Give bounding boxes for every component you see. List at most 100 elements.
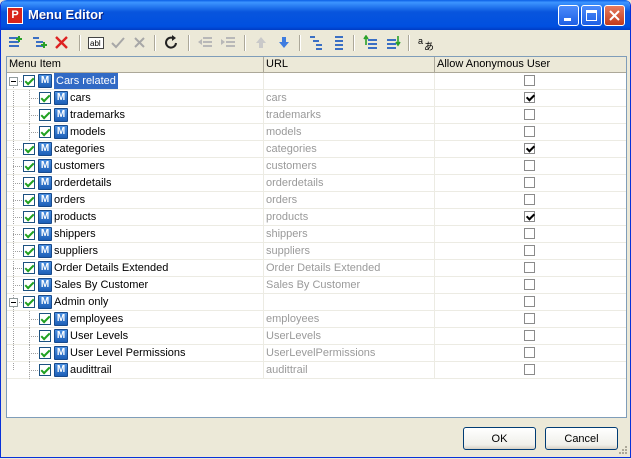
- collapse-icon[interactable]: [9, 298, 18, 307]
- table-row[interactable]: Mcategories categories: [7, 141, 626, 158]
- url-cell[interactable]: Sales By Customer: [264, 277, 435, 294]
- table-row[interactable]: M Cars related: [7, 73, 626, 90]
- table-row[interactable]: Mcars cars: [7, 90, 626, 107]
- url-cell[interactable]: UserLevelPermissions: [264, 345, 435, 362]
- url-cell[interactable]: customers: [264, 158, 435, 175]
- move-down-button[interactable]: [275, 33, 295, 53]
- menu-item-label[interactable]: Sales By Customer: [54, 277, 148, 293]
- table-row[interactable]: M User Level Permissions UserLevelPermissi…: [7, 345, 626, 362]
- rename-button[interactable]: abl: [86, 33, 106, 53]
- menu-item-cell[interactable]: Msuppliers: [7, 243, 264, 260]
- expand-all-button[interactable]: [330, 33, 350, 53]
- table-row[interactable]: Mmodels models: [7, 124, 626, 141]
- visible-checkbox[interactable]: [23, 211, 35, 223]
- import-button[interactable]: [361, 33, 381, 53]
- delete-button[interactable]: [52, 33, 72, 53]
- menu-item-cell[interactable]: Mshippers: [7, 226, 264, 243]
- visible-checkbox[interactable]: [23, 262, 35, 274]
- ok-button[interactable]: OK: [463, 427, 536, 450]
- allow-anonymous-checkbox[interactable]: [524, 143, 535, 154]
- menu-item-label[interactable]: trademarks: [70, 107, 125, 123]
- visible-checkbox[interactable]: [23, 279, 35, 291]
- url-cell[interactable]: orders: [264, 192, 435, 209]
- collapse-icon[interactable]: [9, 77, 18, 86]
- menu-item-label[interactable]: suppliers: [54, 243, 98, 259]
- menu-item-label[interactable]: categories: [54, 141, 105, 157]
- menu-item-cell[interactable]: Mcategories: [7, 141, 264, 158]
- resize-grip-icon[interactable]: [617, 444, 627, 454]
- visible-checkbox[interactable]: [39, 313, 51, 325]
- url-cell[interactable]: audittrail: [264, 362, 435, 379]
- menu-item-cell[interactable]: Mcars: [7, 90, 264, 107]
- menu-item-cell[interactable]: Morders: [7, 192, 264, 209]
- url-cell[interactable]: trademarks: [264, 107, 435, 124]
- menu-item-label[interactable]: orderdetails: [54, 175, 111, 191]
- visible-checkbox[interactable]: [39, 364, 51, 376]
- maximize-button[interactable]: [581, 5, 602, 26]
- allow-anonymous-checkbox[interactable]: [524, 75, 535, 86]
- title-bar[interactable]: P Menu Editor: [1, 0, 630, 30]
- table-row[interactable]: M User Levels UserLevels: [7, 328, 626, 345]
- add-item-button[interactable]: [6, 33, 26, 53]
- menu-item-label[interactable]: User Level Permissions: [70, 345, 186, 361]
- visible-checkbox[interactable]: [23, 75, 35, 87]
- export-button[interactable]: [384, 33, 404, 53]
- table-row[interactable]: Mproducts products: [7, 209, 626, 226]
- url-cell[interactable]: [264, 294, 435, 311]
- visible-checkbox[interactable]: [39, 330, 51, 342]
- visible-checkbox[interactable]: [39, 347, 51, 359]
- allow-anonymous-checkbox[interactable]: [524, 160, 535, 171]
- menu-item-label[interactable]: products: [54, 209, 96, 225]
- menu-item-cell[interactable]: Memployees: [7, 311, 264, 328]
- minimize-button[interactable]: [558, 5, 579, 26]
- visible-checkbox[interactable]: [23, 296, 35, 308]
- table-row[interactable]: Maudittrail audittrail: [7, 362, 626, 379]
- allow-anonymous-checkbox[interactable]: [524, 296, 535, 307]
- menu-item-label[interactable]: shippers: [54, 226, 96, 242]
- visible-checkbox[interactable]: [23, 143, 35, 155]
- menu-item-label[interactable]: customers: [54, 158, 105, 174]
- menu-item-label[interactable]: orders: [54, 192, 85, 208]
- menu-item-cell[interactable]: M Order Details Extended: [7, 260, 264, 277]
- table-row[interactable]: M Admin only: [7, 294, 626, 311]
- visible-checkbox[interactable]: [39, 126, 51, 138]
- url-cell[interactable]: [264, 73, 435, 90]
- menu-item-cell[interactable]: Mproducts: [7, 209, 264, 226]
- visible-checkbox[interactable]: [23, 177, 35, 189]
- menu-item-cell[interactable]: Maudittrail: [7, 362, 264, 379]
- allow-anonymous-checkbox[interactable]: [524, 347, 535, 358]
- table-row[interactable]: M Sales By Customer Sales By Customer: [7, 277, 626, 294]
- allow-anonymous-checkbox[interactable]: [524, 126, 535, 137]
- close-button[interactable]: [604, 5, 625, 26]
- menu-item-cell[interactable]: M Cars related: [7, 73, 264, 90]
- allow-anonymous-checkbox[interactable]: [524, 262, 535, 273]
- menu-item-label[interactable]: Order Details Extended: [54, 260, 168, 276]
- url-cell[interactable]: employees: [264, 311, 435, 328]
- menu-item-label[interactable]: Cars related: [54, 73, 118, 89]
- table-row[interactable]: Morderdetails orderdetails: [7, 175, 626, 192]
- menu-grid[interactable]: Menu Item URL Allow Anonymous User M Cars…: [6, 56, 627, 418]
- cancel-button[interactable]: Cancel: [545, 427, 618, 450]
- url-cell[interactable]: products: [264, 209, 435, 226]
- allow-anonymous-checkbox[interactable]: [524, 330, 535, 341]
- url-cell[interactable]: cars: [264, 90, 435, 107]
- menu-item-label[interactable]: Admin only: [54, 294, 108, 310]
- visible-checkbox[interactable]: [39, 92, 51, 104]
- menu-item-cell[interactable]: Mcustomers: [7, 158, 264, 175]
- menu-item-cell[interactable]: Morderdetails: [7, 175, 264, 192]
- menu-item-cell[interactable]: Mtrademarks: [7, 107, 264, 124]
- allow-anonymous-checkbox[interactable]: [524, 109, 535, 120]
- allow-anonymous-checkbox[interactable]: [524, 194, 535, 205]
- url-cell[interactable]: suppliers: [264, 243, 435, 260]
- menu-item-cell[interactable]: M Sales By Customer: [7, 277, 264, 294]
- column-header-menu-item[interactable]: Menu Item: [7, 57, 264, 73]
- menu-item-cell[interactable]: M Admin only: [7, 294, 264, 311]
- table-row[interactable]: Memployees employees: [7, 311, 626, 328]
- column-header-url[interactable]: URL: [264, 57, 435, 73]
- table-row[interactable]: Morders orders: [7, 192, 626, 209]
- menu-item-label[interactable]: User Levels: [70, 328, 128, 344]
- visible-checkbox[interactable]: [23, 160, 35, 172]
- url-cell[interactable]: orderdetails: [264, 175, 435, 192]
- url-cell[interactable]: Order Details Extended: [264, 260, 435, 277]
- menu-item-label[interactable]: models: [70, 124, 105, 140]
